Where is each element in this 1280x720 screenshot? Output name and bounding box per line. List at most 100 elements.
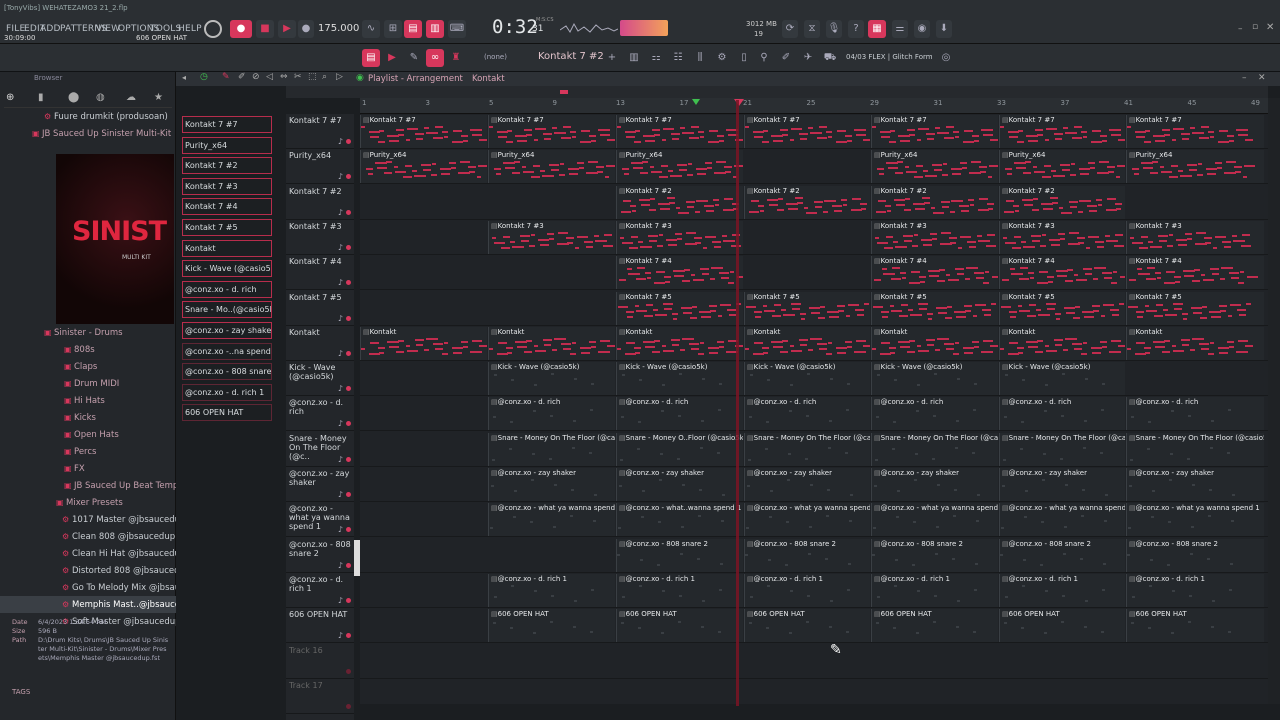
close-icon[interactable]: ✕ [1266,22,1274,33]
browser-cloud-icon[interactable]: ☁ [126,92,136,103]
track-mute-led[interactable] [346,492,351,497]
playlist-close-icon[interactable]: ✕ [1258,73,1266,83]
browser-item[interactable]: ▣ FX [0,460,176,477]
track-mute-led[interactable] [346,633,351,639]
browser-item[interactable]: ⚙Memphis Mast..@jbsaucedup ★ [0,596,176,613]
track-lane[interactable]: @conz.xo - zay shaker @conz.xo - zay shak… [360,467,1268,502]
select-tool-icon[interactable]: ⬚ [308,72,317,82]
pattern-clip[interactable]: @conz.xo - 808 snare 2 [999,538,1125,572]
track-mute-led[interactable] [346,350,351,356]
pattern-clip[interactable]: Kontakt 7 #2 [999,185,1125,219]
browser-db-icon[interactable]: ◍ [96,92,105,103]
pattern-clip[interactable]: Snare - Money On The Floor (@casio5k) [744,432,870,466]
play-button[interactable]: ▶ [278,20,296,38]
browser-item[interactable]: ▣ 808s [0,341,176,358]
mixer-icon[interactable]: ⚌ [892,20,908,38]
pattern-clip[interactable]: @conz.xo - d. rich 1 [871,573,998,607]
stamp-icon[interactable]: ♜ [448,49,464,67]
pattern-clip[interactable]: Kontakt [744,326,870,360]
pattern-clip[interactable]: Kontakt 7 #5 [744,291,870,325]
track-header[interactable]: Kick - Wave (@casio5k) ♪ [286,361,354,397]
pattern-clip[interactable]: @conz.xo - d. rich 1 [744,573,870,607]
pattern-clip[interactable]: @conz.xo - d. rich [871,397,998,431]
pattern-clip[interactable]: @conz.xo - d. rich 1 [1126,573,1264,607]
track-lane[interactable]: KontaktKontaktKontaktKontaktKontaktKonta… [360,326,1268,361]
track-mute-led[interactable] [346,139,351,144]
playlist-button[interactable]: ▤ [362,49,380,67]
gear-icon[interactable]: ⚙ [714,49,730,67]
pattern-clip[interactable]: @conz.xo - what..wanna spend 1 [616,503,743,537]
channel-button[interactable]: Kontakt 7 #5 [182,219,272,236]
link-icon[interactable]: ∞ [426,49,444,67]
pattern-clip[interactable]: Kontakt 7 #7 [488,115,615,148]
pattern-clip[interactable]: 606 OPEN HAT [744,609,870,643]
track-mute-led[interactable] [346,174,351,180]
plug-icon[interactable]: ⚲ [756,49,772,67]
pattern-clip[interactable]: Snare - Money On The Floor (@casio5k) [488,432,615,466]
channel-button[interactable]: 606 OPEN HAT [182,404,272,422]
track-mute-led[interactable] [346,562,351,568]
browser-item[interactable]: ▣ Kicks [0,409,176,426]
arrangement-grid[interactable]: Kontakt 7 #7Kontakt 7 #7Kontakt 7 #7Kont… [360,114,1268,704]
plus-icon[interactable]: + [606,49,618,67]
pattern-clip[interactable]: Purity_x64 [360,150,487,184]
track-lane[interactable]: @conz.xo - 808 snare 2@conz.xo - 808 sna… [360,538,1268,573]
help-icon[interactable]: ? [848,20,864,38]
pattern-clip[interactable]: Kontakt 7 #5 [871,291,998,325]
track-header[interactable]: @conz.xo - d. rich 1 ♪ [286,573,354,608]
browser-item[interactable]: ⚙ Clean 808 @jbsaucedup [0,528,176,545]
browser-item[interactable]: ▣ Claps [0,358,176,375]
pattern-clip[interactable]: Kontakt 7 #7 [871,115,998,148]
channel-button[interactable]: @conz.xo - 808 snare 2 [182,363,272,381]
track-header[interactable]: Kontakt 7 #3 ♪ [286,220,354,255]
mixer2-icon[interactable]: ⫼ [692,49,708,67]
pattern-clip[interactable]: Purity_x64 [616,150,743,184]
track-header[interactable]: Purity_x64 ♪ [286,149,354,185]
track-header[interactable]: Kontakt 7 #2 ♪ [286,185,354,220]
pattern-mode-button[interactable]: ▤ [404,20,422,38]
file-icon[interactable]: ▯ [736,49,752,67]
pattern-clip[interactable]: @conz.xo - what ya wanna spend 1 [999,503,1125,537]
track-mute-led[interactable] [346,668,351,674]
pattern-clip[interactable]: @conz.xo - zay shaker [488,468,615,501]
draw-tool-icon[interactable]: ✎ [222,72,230,82]
track-lane[interactable]: @conz.xo - d. rich@conz.xo - d. rich@con… [360,396,1268,432]
channel-button[interactable]: Kontakt 7 #3 [182,177,272,195]
pattern-clip[interactable]: @conz.xo - what ya wanna spend 1 [1126,503,1264,537]
browser-item[interactable]: ▣ Sinister - Drums [0,324,176,341]
menu-item-file[interactable]: FILE [6,24,25,34]
track-mute-led[interactable] [346,315,351,321]
pattern-clip[interactable]: Snare - Money On The Floor (@casio5k) [999,432,1125,466]
track-lane[interactable]: Kontakt 7 #3Kontakt 7 #3Kontakt 7 #3Kont… [360,220,1268,255]
track-header[interactable]: @conz.xo - what ya wanna spend 1 ♪ [286,502,354,538]
cart-icon[interactable]: ⛟ [822,49,838,67]
channel-button[interactable]: Kick - Wave (@casio5k) [182,260,272,278]
track-header[interactable]: @conz.xo - d. rich ♪ [286,396,354,432]
browser-star-icon[interactable]: ★ [154,92,163,103]
pattern-clip[interactable]: Snare - Money On The Floor (@casio5k) [871,432,998,466]
track-header[interactable]: @conz.xo - zay shaker ♪ [286,467,354,502]
pattern-clip[interactable]: Kontakt 7 #3 [871,220,998,254]
mute-tool-icon[interactable]: ◁ [266,72,273,82]
brush-icon[interactable]: ✐ [778,49,794,67]
playback-tool-icon[interactable]: ▷ [336,72,343,82]
typing-keyboard-icon[interactable]: ⌨ [448,20,466,38]
track-mute-led[interactable] [346,421,351,427]
channel-button[interactable]: @conz.xo - zay shaker [182,322,272,339]
pattern-clip[interactable]: Kontakt 7 #2 [616,185,743,219]
browser-files-icon[interactable]: ▮ [38,92,44,103]
track-header[interactable]: Kontakt 7 #7 ♪ [286,114,354,149]
channel-button[interactable]: Kontakt 7 #4 [182,198,272,216]
pattern-clip[interactable]: Kontakt 7 #4 [871,256,998,290]
pattern-clip[interactable]: Kontakt [360,326,487,360]
pattern-clip[interactable]: Kontakt [616,326,743,360]
pattern-clip[interactable]: @conz.xo - zay shaker [744,468,870,501]
delete-tool-icon[interactable]: ⊘ [252,72,260,82]
menu-item-tools[interactable]: TOOLS [150,24,181,34]
browser-item[interactable]: ▣ Mixer Presets [0,494,176,511]
pattern-clip[interactable]: Purity_x64 [1126,150,1264,184]
track-header[interactable]: @conz.xo - 808 snare 2 ♪ [286,538,354,573]
menu-item-help[interactable]: HELP [178,24,202,34]
pattern-selector[interactable]: Kontakt 7 #2 [538,51,604,62]
pattern-clip[interactable]: Snare - Money O..Floor (@casio5k) [616,432,743,466]
